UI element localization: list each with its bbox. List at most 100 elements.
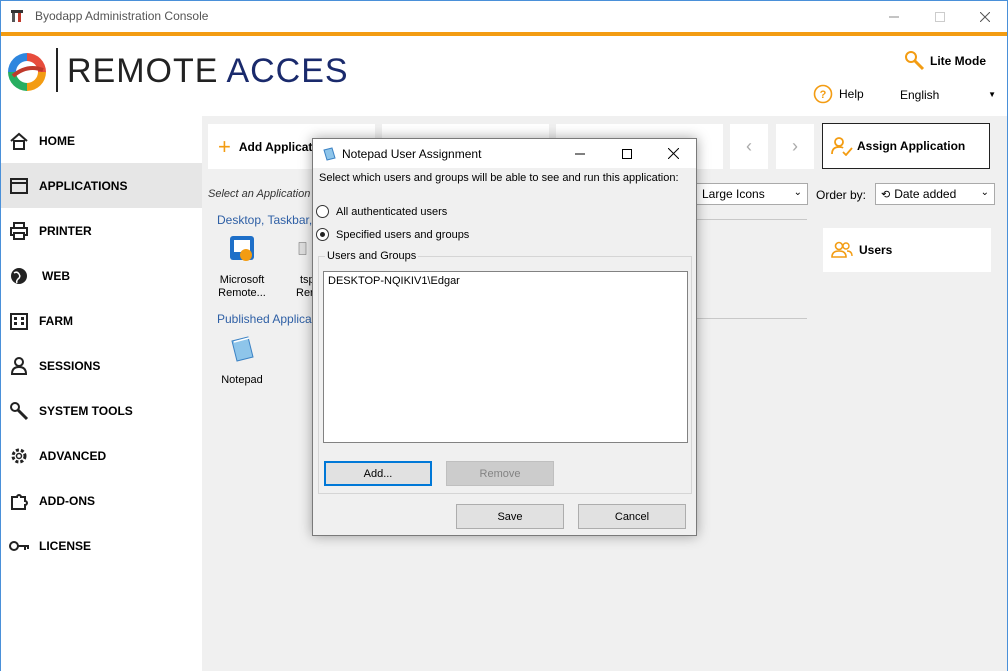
- svg-text:?: ?: [820, 89, 827, 101]
- lite-mode-label: Lite Mode: [930, 54, 986, 68]
- save-label: Save: [497, 510, 523, 523]
- save-button[interactable]: Save: [456, 504, 564, 529]
- plus-icon: +: [218, 133, 231, 159]
- help-icon: ?: [813, 84, 833, 104]
- puzzle-icon: [8, 490, 30, 512]
- clock-icon: ⟲: [881, 188, 891, 201]
- sidebar-item-system-tools[interactable]: SYSTEM TOOLS: [1, 388, 202, 433]
- sidebar-item-printer[interactable]: PRINTER: [1, 208, 202, 253]
- language-select[interactable]: English ▼: [896, 84, 1002, 106]
- cancel-button[interactable]: Cancel: [578, 504, 686, 529]
- minimize-icon: [889, 16, 899, 17]
- wrench-icon: [8, 400, 30, 422]
- prev-button[interactable]: ‹: [730, 124, 768, 169]
- sidebar-item-sessions[interactable]: SESSIONS: [1, 343, 202, 388]
- order-by-value: Date added: [894, 187, 957, 201]
- maximize-icon: [622, 148, 632, 159]
- remove-label: Remove: [479, 467, 521, 480]
- close-icon: [667, 148, 679, 159]
- order-by-label: Order by:: [816, 188, 867, 202]
- building-icon: [8, 310, 30, 332]
- select-application-prompt: Select an Application t: [208, 188, 317, 200]
- sidebar-item-label: PRINTER: [39, 223, 92, 238]
- window-icon: [8, 175, 30, 197]
- help-label: Help: [839, 87, 864, 101]
- sidebar-item-label: ADD-ONS: [39, 493, 95, 508]
- sidebar: HOME APPLICATIONS PRINTER WEB FARM SESSI…: [1, 116, 202, 671]
- maximize-button[interactable]: [917, 1, 963, 32]
- assign-application-button[interactable]: Assign Application: [822, 123, 990, 169]
- sidebar-item-label: ADVANCED: [39, 448, 107, 463]
- notepad-icon: [323, 147, 336, 161]
- dialog-maximize-button[interactable]: [604, 139, 650, 168]
- window-title: Byodapp Administration Console: [35, 9, 209, 23]
- section-desktop-title: Desktop, Taskbar,: [217, 213, 313, 227]
- user-check-icon: [831, 137, 853, 156]
- maximize-icon: [935, 11, 945, 22]
- sidebar-item-label: APPLICATIONS: [39, 178, 128, 193]
- sidebar-item-home[interactable]: HOME: [1, 118, 202, 163]
- lite-mode-button[interactable]: Lite Mode: [904, 50, 986, 72]
- view-mode-select[interactable]: Large Icons ⌄: [696, 183, 808, 205]
- notepad-icon: [231, 336, 254, 362]
- remote-desktop-icon: [230, 236, 254, 261]
- cancel-label: Cancel: [614, 510, 650, 523]
- globe-icon: [8, 265, 30, 287]
- help-button[interactable]: ? Help: [813, 84, 864, 104]
- dialog-minimize-button[interactable]: [557, 139, 603, 168]
- home-icon: [8, 130, 30, 152]
- dropdown-arrow-icon: ▼: [988, 90, 996, 99]
- radio-label: Specified users and groups: [336, 228, 470, 241]
- dialog-close-button[interactable]: [650, 139, 696, 168]
- minimize-icon: [575, 153, 585, 154]
- section-divider: [696, 219, 807, 220]
- sidebar-item-label: FARM: [39, 313, 73, 328]
- sidebar-item-label: HOME: [39, 133, 75, 148]
- close-button[interactable]: [962, 1, 1008, 32]
- gear-icon: [8, 445, 30, 467]
- app-tools-icon: [11, 10, 23, 22]
- printer-icon: [8, 220, 30, 242]
- view-mode-value: Large Icons: [702, 187, 765, 201]
- language-value: English: [900, 88, 940, 102]
- dialog-title: Notepad User Assignment: [342, 147, 482, 161]
- radio-label: All authenticated users: [336, 205, 448, 218]
- dialog-title-bar: Notepad User Assignment: [313, 139, 696, 168]
- sidebar-item-advanced[interactable]: ADVANCED: [1, 433, 202, 478]
- sidebar-item-farm[interactable]: FARM: [1, 298, 202, 343]
- title-bar: Byodapp Administration Console: [1, 1, 1007, 32]
- next-button[interactable]: ›: [776, 124, 814, 169]
- order-by-select[interactable]: ⟲ Date added ⌄: [875, 183, 995, 205]
- radio-circle: [316, 205, 329, 218]
- add-button[interactable]: Add...: [324, 461, 432, 486]
- logo-text: REMOTE ACCES: [67, 52, 349, 91]
- logo-icon: [8, 53, 46, 91]
- user-assignment-dialog: Notepad User Assignment Select which use…: [312, 138, 697, 536]
- chevron-down-icon: ⌄: [793, 187, 802, 198]
- users-button[interactable]: Users: [823, 228, 991, 272]
- header: REMOTE ACCES Lite Mode ? Help English ▼: [1, 36, 1007, 116]
- remove-button[interactable]: Remove: [446, 461, 554, 486]
- add-label: Add...: [363, 467, 393, 480]
- wrench-icon: [905, 51, 925, 71]
- minimize-button[interactable]: [871, 1, 917, 32]
- sidebar-item-applications[interactable]: APPLICATIONS: [1, 163, 202, 208]
- sidebar-item-license[interactable]: LICENSE: [1, 523, 202, 568]
- app-tile-microsoft-remote[interactable]: Microsoft Remote...: [212, 233, 272, 300]
- sidebar-item-label: SYSTEM TOOLS: [39, 403, 133, 418]
- sidebar-item-label: SESSIONS: [39, 358, 101, 373]
- list-item[interactable]: DESKTOP-NQIKIV1\Edgar: [328, 275, 683, 287]
- radio-all-authenticated[interactable]: All authenticated users: [316, 205, 447, 218]
- app-label-line2: Remote...: [218, 287, 266, 299]
- radio-specified-users[interactable]: Specified users and groups: [316, 228, 469, 241]
- app-tile-notepad[interactable]: Notepad: [212, 333, 272, 387]
- users-list[interactable]: DESKTOP-NQIKIV1\Edgar: [323, 271, 688, 443]
- section-divider: [696, 318, 807, 319]
- sidebar-item-add-ons[interactable]: ADD-ONS: [1, 478, 202, 523]
- chevron-down-icon: ⌄: [980, 187, 989, 198]
- app-label-line1: Notepad: [221, 374, 263, 386]
- sidebar-item-web[interactable]: WEB: [1, 253, 202, 298]
- chevron-right-icon: ›: [792, 136, 798, 156]
- users-label: Users: [859, 243, 893, 257]
- chevron-left-icon: ‹: [746, 136, 752, 156]
